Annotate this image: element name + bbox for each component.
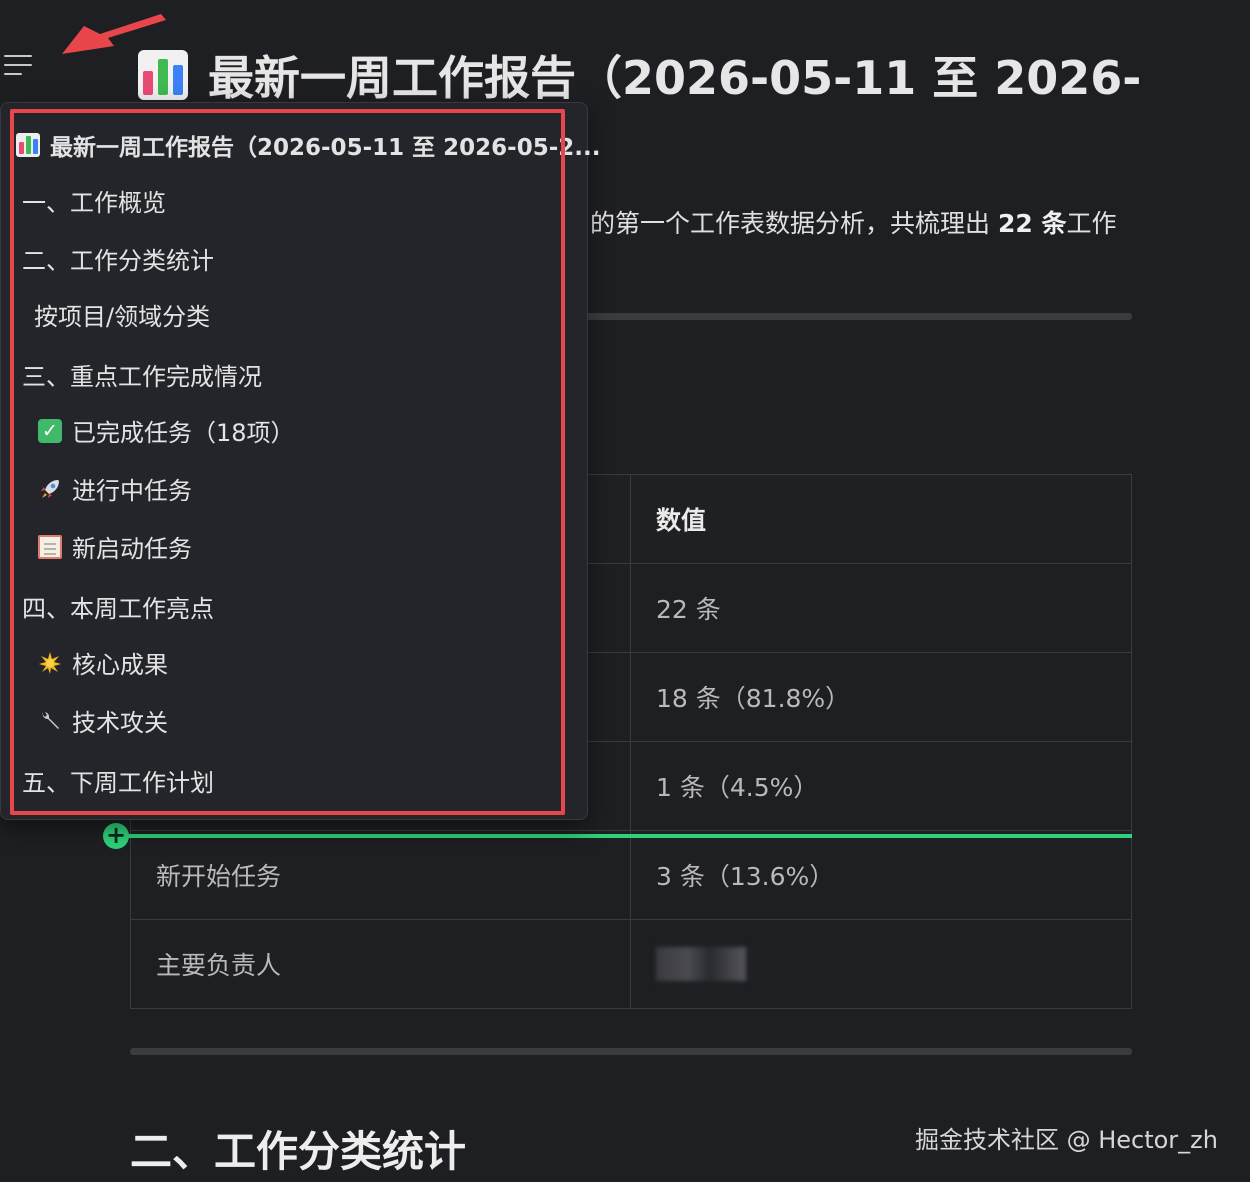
editor-page: 最新一周工作报告（2026-05-11 至 2026- 的第一个工作表数据分析，… [0,0,1250,1182]
outline-item-new-started[interactable]: 新启动任务 [38,529,192,564]
table-cell[interactable] [630,919,1132,1009]
outline-item-label: 三、重点工作完成情况 [22,363,262,391]
outline-item-label: 新启动任务 [72,535,192,563]
outline-item-label: 二、工作分类统计 [22,247,214,275]
redacted-name [656,947,746,981]
outline-item-key-work[interactable]: 三、重点工作完成情况 [22,357,262,392]
outline-item-label: 核心成果 [72,651,168,679]
insert-row-line [116,834,1132,838]
intro-paragraph: 的第一个工作表数据分析，共梳理出 22 条工作 [590,204,1116,240]
outline-item-label: 四、本周工作亮点 [22,595,214,623]
sparkle-icon [38,651,62,675]
insert-row-plus-icon[interactable]: + [103,823,129,849]
outline-item-label: 五、下周工作计划 [22,769,214,797]
outline-item-label: 进行中任务 [72,477,192,505]
table-header-cell[interactable]: 数值 [630,474,1132,564]
outline-item-in-progress[interactable]: 进行中任务 [38,471,192,506]
outline-item-label: 一、工作概览 [22,189,166,217]
intro-count: 22 条 [997,209,1067,238]
watermark: 掘金技术社区 @ Hector_zh [914,1126,1218,1154]
outline-item-tech[interactable]: 技术攻关 [38,703,168,738]
intro-suffix: 工作 [1066,209,1117,238]
outline-item-completed[interactable]: ✓ 已完成任务（18项） [38,413,295,448]
rocket-icon [38,477,62,501]
table-cell[interactable]: 新开始任务 [130,830,631,920]
check-mark-icon: ✓ [38,418,62,443]
outline-item-label: 已完成任务（18项） [72,419,295,447]
outline-item-title[interactable]: 最新一周工作报告（2026-05-11 至 2026-05-2... [16,128,600,162]
table-cell[interactable]: 1 条（4.5%） [630,741,1132,831]
outline-item-label: 技术攻关 [72,709,168,737]
outline-item-core-results[interactable]: 核心成果 [38,645,168,680]
outline-item-highlights[interactable]: 四、本周工作亮点 [22,589,214,624]
table-cell[interactable]: 主要负责人 [130,919,631,1009]
outline-item-by-project[interactable]: 按项目/领域分类 [34,297,210,332]
table-cell[interactable]: 18 条（81.8%） [630,652,1132,742]
intro-prefix: 的第一个工作表数据分析，共梳理出 [590,209,998,238]
section-heading: 二、工作分类统计 [130,1127,467,1176]
bar-chart-icon [138,50,188,100]
bar-chart-icon [16,133,40,157]
wrench-icon [38,709,62,733]
document-title: 最新一周工作报告（2026-05-11 至 2026- [138,42,1141,108]
outline-menu-icon[interactable] [4,55,34,79]
outline-item-label: 最新一周工作报告（2026-05-11 至 2026-05-2... [50,135,601,161]
document-title-text: 最新一周工作报告（2026-05-11 至 2026- [208,51,1142,105]
outline-item-label: 按项目/领域分类 [34,303,211,331]
table-cell[interactable]: 3 条（13.6%） [630,830,1132,920]
outline-item-overview[interactable]: 一、工作概览 [22,183,166,218]
outline-item-next-week[interactable]: 五、下周工作计划 [22,763,214,798]
table-cell[interactable]: 22 条 [630,563,1132,653]
outline-item-category-stats[interactable]: 二、工作分类统计 [22,241,214,276]
table-row: 主要负责人 [130,919,1132,1009]
table-row: 新开始任务 3 条（13.6%） [130,830,1132,920]
divider [130,1048,1132,1055]
clipboard-icon [38,534,62,559]
